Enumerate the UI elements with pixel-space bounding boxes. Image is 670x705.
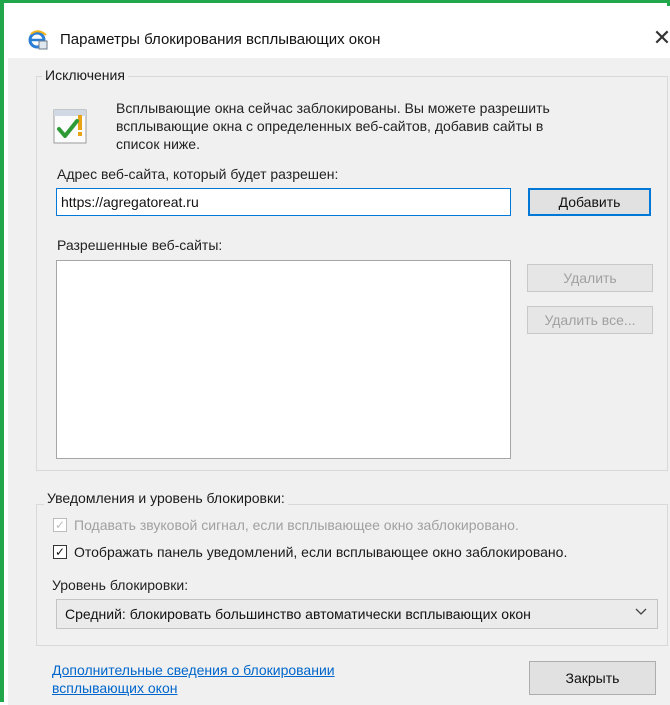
blocking-level-label: Уровень блокировки: — [52, 577, 189, 593]
remove-button[interactable]: Удалить — [527, 264, 653, 292]
allowed-popup-icon — [53, 109, 87, 144]
remove-all-button[interactable]: Удалить все... — [527, 306, 653, 334]
notifications-group-title: Уведомления и уровень блокировки: — [44, 490, 288, 506]
dialog-window: Параметры блокирования всплывающих окон … — [0, 0, 670, 705]
blocking-level-select[interactable]: Средний: блокировать большинство автомат… — [56, 599, 658, 629]
chevron-down-icon — [635, 608, 647, 615]
blocking-level-value: Средний: блокировать большинство автомат… — [65, 606, 531, 622]
more-info-link[interactable]: Дополнительные сведения о блокировании в… — [52, 661, 382, 697]
allowed-sites-label: Разрешенные веб-сайты: — [57, 237, 223, 253]
close-icon[interactable]: ✕ — [649, 22, 670, 54]
close-button[interactable]: Закрыть — [529, 661, 656, 695]
title-bar: Параметры блокирования всплывающих окон … — [8, 6, 670, 58]
notification-bar-label: Отображать панель уведомлений, если вспл… — [74, 544, 568, 560]
allowed-sites-list[interactable] — [56, 260, 511, 459]
add-button[interactable]: Добавить — [528, 188, 651, 216]
address-input[interactable] — [56, 188, 511, 216]
window-title: Параметры блокирования всплывающих окон — [60, 31, 381, 48]
exceptions-group-title: Исключения — [42, 67, 128, 83]
sound-signal-label: Подавать звуковой сигнал, если всплывающ… — [74, 517, 519, 533]
internet-explorer-settings-icon — [28, 30, 48, 50]
checkmark-icon: ✓ — [53, 518, 67, 532]
address-label: Адрес веб-сайта, который будет разрешен: — [57, 166, 339, 182]
checkmark-icon: ✓ — [53, 545, 67, 559]
dialog-content: Исключения Всплывающие окна сейчас забло… — [8, 58, 670, 705]
info-text: Всплывающие окна сейчас заблокированы. В… — [116, 100, 550, 152]
